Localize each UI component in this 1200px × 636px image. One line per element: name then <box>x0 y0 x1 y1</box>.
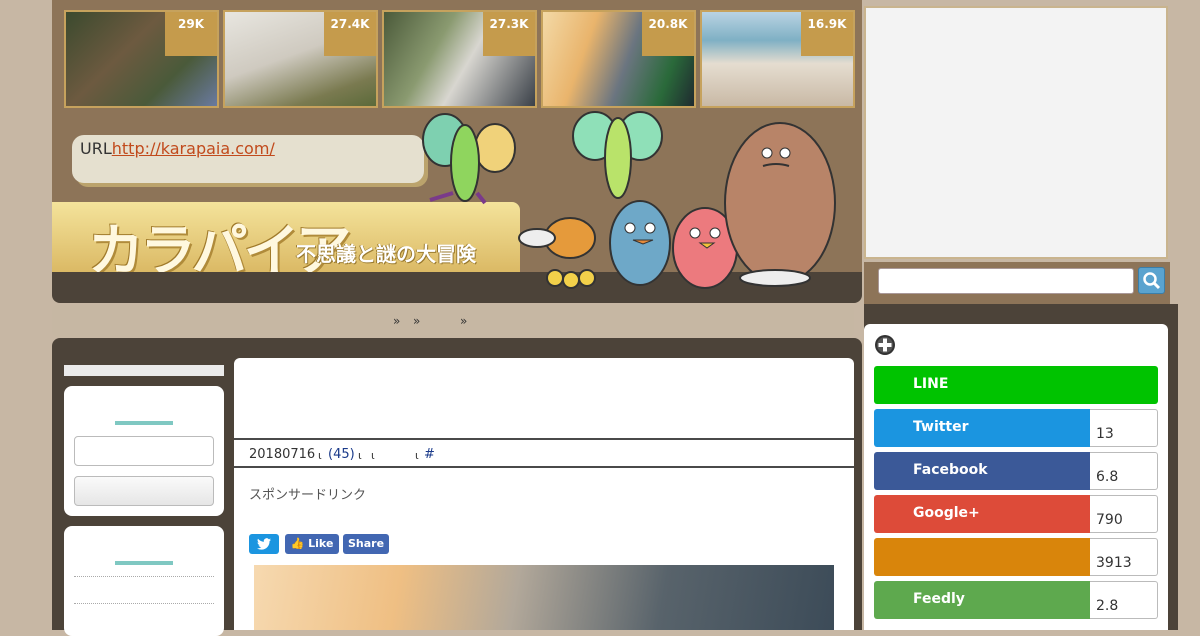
thumbs-up-icon: 👍 <box>290 537 305 550</box>
view-count-badge: 27.3K <box>483 12 535 56</box>
breadcrumb: » » » <box>52 305 854 337</box>
meta-separator: ι <box>318 449 322 462</box>
url-label: URL <box>80 139 112 158</box>
plus-circle-icon[interactable] <box>874 334 896 356</box>
facebook-like-button[interactable]: 👍 Like <box>285 534 339 554</box>
article-hero-image <box>254 565 834 630</box>
twitter-label: Twitter <box>874 409 1090 447</box>
feedly-count: 2.8 <box>1090 581 1158 619</box>
breadcrumb-separator: » <box>460 314 468 328</box>
twitter-bird-icon <box>257 538 271 550</box>
feedly-label: Feedly <box>874 581 1090 619</box>
popular-thumbnail-4[interactable]: 20.8K <box>541 10 696 108</box>
brown-blob-mascot-icon <box>724 122 836 287</box>
googleplus-count: 790 <box>1090 495 1158 533</box>
googleplus-follow-button[interactable]: Google+ 790 <box>874 495 1158 533</box>
article-card: 20180716 ι (45) ι ι ι # スポンサードリンク 👍 Like… <box>234 358 854 630</box>
view-count-badge: 20.8K <box>642 12 694 56</box>
mascot-characters-illustration <box>422 111 836 289</box>
follow-panel: LINE Twitter 13 Facebook 6.8 Google+ 790… <box>864 324 1168 630</box>
list-divider <box>74 576 214 577</box>
googleplus-label: Google+ <box>874 495 1090 533</box>
widget-heading-underline <box>115 561 173 565</box>
view-count-badge: 29K <box>165 12 217 56</box>
butterfly-mascot-center-icon <box>572 111 663 199</box>
article-date: 20180716 <box>249 447 316 462</box>
twitter-count: 13 <box>1090 409 1158 447</box>
butterfly-mascot-left-icon <box>422 113 516 205</box>
meta-separator: ι <box>415 449 419 462</box>
site-url-bubble: URLhttp://karapaia.com/ <box>72 135 424 183</box>
like-label: Like <box>308 537 334 550</box>
left-search-input[interactable] <box>74 436 214 466</box>
twitter-follow-button[interactable]: Twitter 13 <box>874 409 1158 447</box>
rss-follow-button[interactable]: 3913 <box>874 538 1158 576</box>
left-sidebar-strip <box>64 365 224 376</box>
facebook-label: Facebook <box>874 452 1090 490</box>
site-url-link[interactable]: http://karapaia.com/ <box>112 139 275 158</box>
article-meta: 20180716 ι (45) ι ι ι # <box>234 438 854 468</box>
popular-thumbnail-2[interactable]: 27.4K <box>223 10 378 108</box>
hashtag-link[interactable]: # <box>424 447 435 462</box>
breadcrumb-separator: » <box>413 314 421 328</box>
popular-thumbnail-3[interactable]: 27.3K <box>382 10 537 108</box>
sponsored-link-label: スポンサードリンク <box>249 488 367 503</box>
line-label: LINE <box>874 366 1158 404</box>
breadcrumb-separator: » <box>393 314 401 328</box>
comment-count-link[interactable]: (45) <box>328 447 355 462</box>
list-divider <box>74 603 214 604</box>
rss-label <box>874 538 1090 576</box>
site-search-input[interactable] <box>878 268 1134 294</box>
search-icon <box>1143 272 1161 290</box>
meta-separator: ι <box>358 449 362 462</box>
view-count-badge: 27.4K <box>324 12 376 56</box>
popular-thumbnail-1[interactable]: 29K <box>64 10 219 108</box>
facebook-follow-button[interactable]: Facebook 6.8 <box>874 452 1158 490</box>
left-search-button[interactable] <box>74 476 214 506</box>
share-label: Share <box>347 537 385 550</box>
tweet-button[interactable] <box>249 534 279 554</box>
advertisement-slot[interactable] <box>864 6 1168 259</box>
blue-bird-mascot-icon <box>609 200 671 286</box>
left-search-widget <box>64 386 224 516</box>
orange-mascot-icon <box>518 217 596 289</box>
view-count-badge: 16.9K <box>801 12 853 56</box>
meta-separator: ι <box>371 449 375 462</box>
line-follow-button[interactable]: LINE <box>874 366 1158 404</box>
widget-heading-underline <box>115 421 173 425</box>
feedly-follow-button[interactable]: Feedly 2.8 <box>874 581 1158 619</box>
search-button[interactable] <box>1138 267 1165 294</box>
rss-count: 3913 <box>1090 538 1158 576</box>
left-list-widget <box>64 526 224 636</box>
popular-thumbnail-5[interactable]: 16.9K <box>700 10 855 108</box>
facebook-count: 6.8 <box>1090 452 1158 490</box>
facebook-share-button[interactable]: Share <box>343 534 389 554</box>
